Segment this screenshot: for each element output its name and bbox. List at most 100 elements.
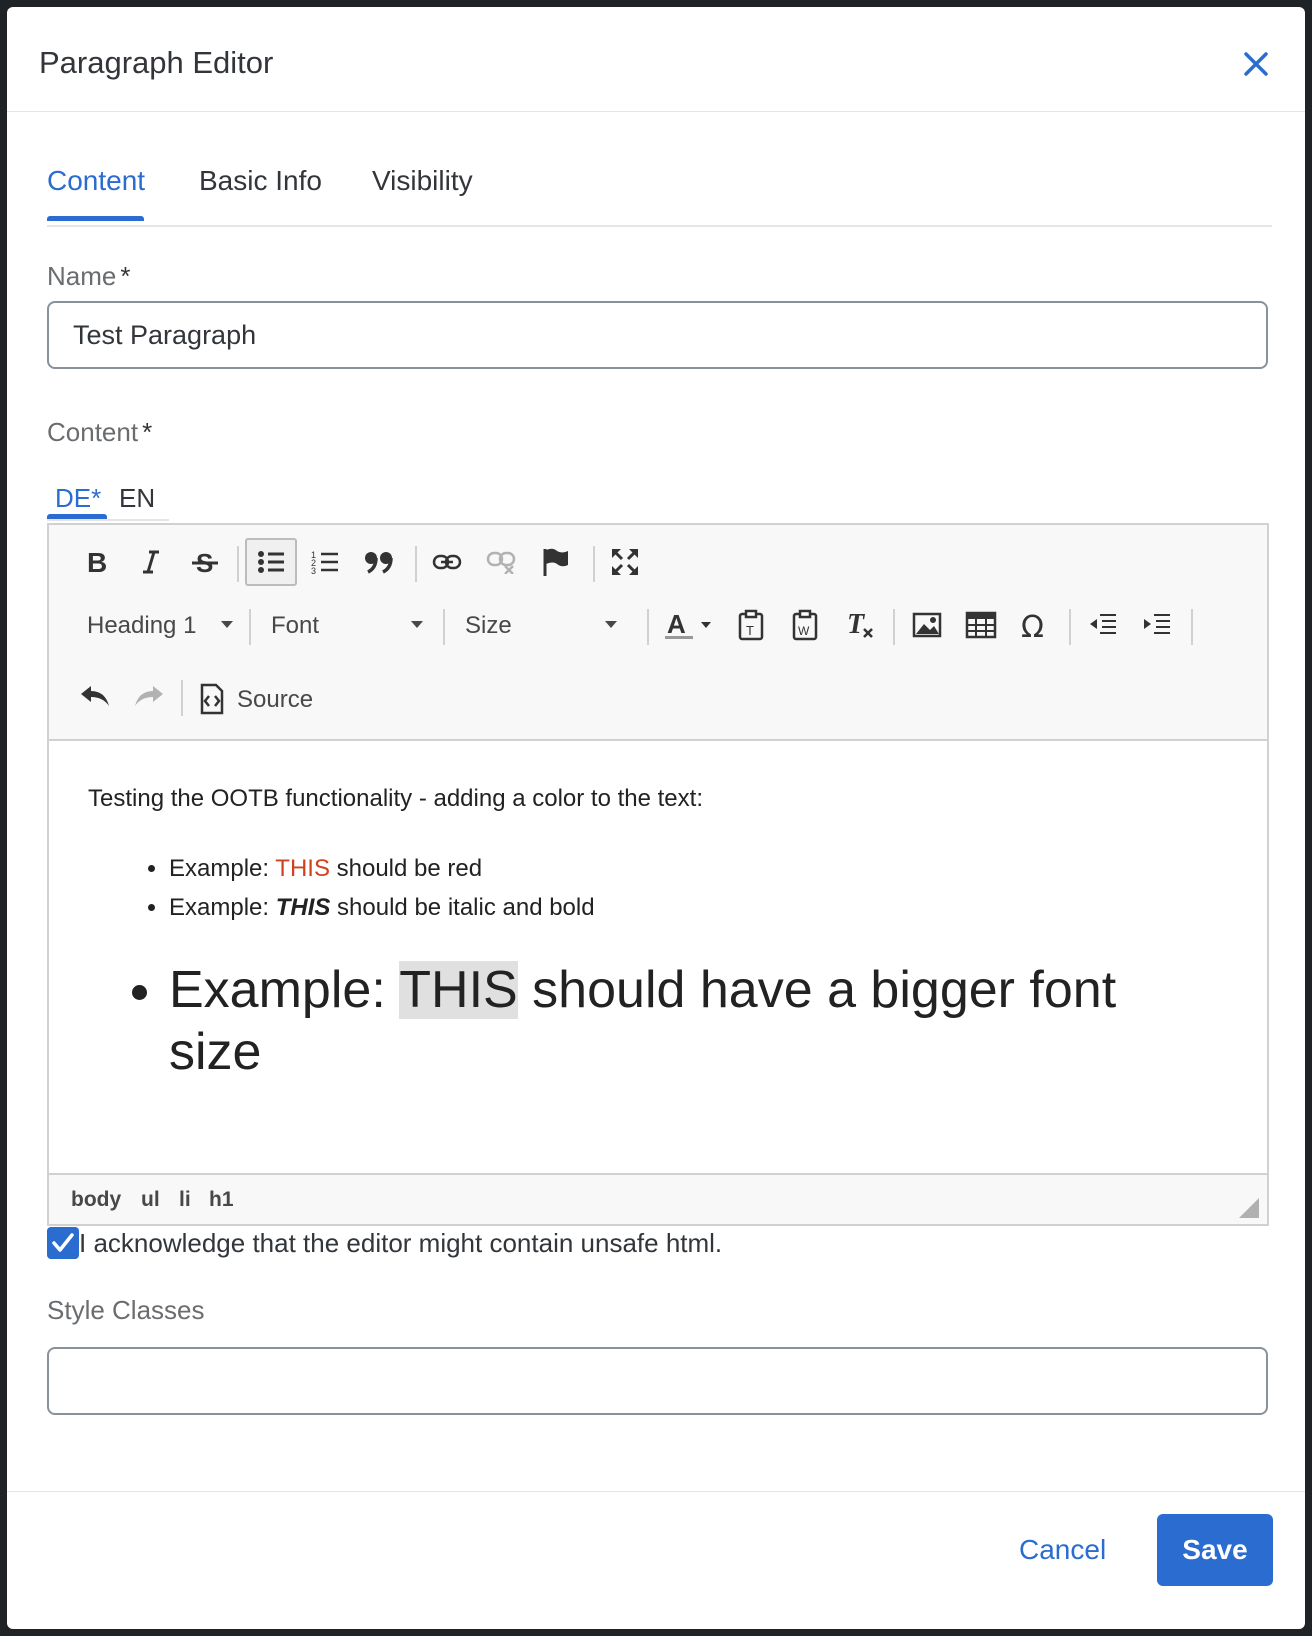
blockquote-icon — [365, 552, 393, 574]
path-li[interactable]: li — [179, 1188, 191, 1212]
svg-text:3: 3 — [311, 566, 316, 576]
strikethrough-button[interactable]: S — [179, 538, 231, 586]
list-item-text: Example: — [169, 855, 276, 882]
rich-text-editor: B S 123 — [47, 523, 1269, 1226]
toolbar-separator — [237, 546, 239, 582]
text-color-icon: A — [665, 609, 711, 639]
save-button[interactable]: Save — [1157, 1514, 1273, 1586]
svg-text:B: B — [87, 548, 107, 576]
dialog-footer: Cancel Save — [7, 1491, 1305, 1629]
tab-visibility[interactable]: Visibility — [372, 165, 473, 197]
indent-icon — [1144, 614, 1170, 634]
text-color-button[interactable]: A — [661, 601, 717, 649]
size-select-value: Size — [465, 612, 512, 639]
style-classes-label: Style Classes — [47, 1295, 205, 1325]
unlink-button[interactable] — [475, 538, 527, 586]
paste-word-icon: W — [792, 609, 818, 641]
remove-format-button[interactable]: T — [833, 601, 885, 649]
table-button[interactable] — [955, 601, 1007, 649]
path-ul[interactable]: ul — [141, 1188, 160, 1212]
required-mark: * — [142, 417, 153, 447]
close-button[interactable] — [1239, 47, 1273, 81]
name-label: Name * — [47, 261, 130, 292]
anchor-button[interactable] — [529, 538, 581, 586]
source-label: Source — [237, 686, 314, 713]
editor-statusbar: body ul li h1 — [49, 1173, 1267, 1224]
maximize-icon — [612, 549, 638, 575]
bold-button[interactable]: B — [71, 538, 123, 586]
numbered-list-button[interactable]: 123 — [299, 538, 351, 586]
list-item-text: Example: — [169, 894, 276, 921]
paragraph-editor-dialog: Paragraph Editor Content Basic Info Visi… — [7, 7, 1305, 1629]
decrease-indent-button[interactable] — [1077, 601, 1129, 649]
link-icon — [432, 554, 462, 570]
undo-button[interactable] — [69, 672, 121, 720]
bulleted-list-icon — [258, 551, 284, 573]
paste-text-icon: T — [738, 609, 764, 641]
dialog-header: Paragraph Editor — [7, 7, 1305, 112]
list-item: Example: THIS should be red — [169, 849, 595, 888]
strikethrough-icon: S — [192, 548, 218, 576]
active-language-indicator — [47, 514, 107, 519]
acknowledge-checkbox[interactable] — [47, 1227, 79, 1259]
editor-content-area[interactable]: Testing the OOTB functionality - adding … — [49, 741, 1267, 1165]
language-tab-en[interactable]: EN — [119, 483, 155, 514]
toolbar-separator — [249, 609, 251, 645]
close-icon — [1244, 52, 1268, 76]
chevron-down-icon — [605, 621, 617, 628]
chevron-down-icon — [411, 621, 423, 628]
large-list: Example: THIS should have a bigger font … — [129, 959, 1209, 1083]
bold-italic-text: THIS — [275, 894, 331, 921]
toolbar-separator — [181, 680, 183, 716]
language-tabs: DE* EN — [47, 475, 169, 521]
style-classes-input[interactable] — [47, 1347, 1268, 1415]
link-button[interactable] — [421, 538, 473, 586]
paste-word-button[interactable]: W — [779, 601, 831, 649]
toolbar-separator — [415, 546, 417, 582]
special-character-button[interactable]: Ω — [1009, 601, 1061, 649]
font-select[interactable]: Font — [271, 605, 423, 645]
editor-toolbar: B S 123 — [49, 525, 1267, 741]
list-item-text: Example: — [169, 961, 400, 1019]
resize-handle-icon[interactable] — [1239, 1198, 1259, 1218]
path-h1[interactable]: h1 — [209, 1188, 234, 1212]
omega-icon: Ω — [1021, 610, 1044, 640]
numbered-list-icon: 123 — [311, 550, 338, 576]
name-input[interactable] — [47, 301, 1268, 369]
small-list: Example: THIS should be red Example: THI… — [129, 849, 595, 927]
language-tab-de[interactable]: DE* — [55, 483, 101, 514]
toolbar-separator — [593, 546, 595, 582]
cancel-button[interactable]: Cancel — [1019, 1534, 1106, 1566]
maximize-button[interactable] — [599, 538, 651, 586]
bulleted-list-button[interactable] — [245, 538, 297, 586]
paste-text-button[interactable]: T — [725, 601, 777, 649]
name-label-text: Name — [47, 261, 117, 291]
bold-icon: B — [87, 548, 107, 576]
svg-text:Ω: Ω — [1021, 610, 1044, 640]
highlighted-text: THIS — [399, 961, 518, 1019]
image-button[interactable] — [901, 601, 953, 649]
tab-content[interactable]: Content — [47, 165, 145, 197]
size-select[interactable]: Size — [465, 605, 617, 645]
tab-basic-info[interactable]: Basic Info — [199, 165, 322, 197]
svg-text:T: T — [746, 623, 754, 638]
remove-format-icon: T — [847, 609, 873, 640]
svg-text:T: T — [847, 609, 866, 640]
list-item: Example: THIS should have a bigger font … — [169, 959, 1209, 1083]
svg-text:A: A — [667, 609, 686, 639]
toolbar-separator — [1069, 609, 1071, 645]
active-tab-indicator — [47, 216, 144, 221]
intro-paragraph: Testing the OOTB functionality - adding … — [88, 785, 703, 812]
italic-button[interactable] — [125, 538, 177, 586]
increase-indent-button[interactable] — [1131, 601, 1183, 649]
required-mark: * — [120, 261, 131, 291]
blockquote-button[interactable] — [353, 538, 405, 586]
path-body[interactable]: body — [71, 1188, 121, 1212]
redo-button[interactable] — [123, 672, 175, 720]
toolbar-separator — [647, 609, 649, 645]
tab-bar: Content Basic Info Visibility — [47, 135, 1272, 227]
dialog-title: Paragraph Editor — [39, 45, 274, 80]
toolbar-separator — [893, 609, 895, 645]
list-item-text: should be italic and bold — [330, 894, 595, 921]
heading-select[interactable]: Heading 1 — [87, 605, 237, 645]
